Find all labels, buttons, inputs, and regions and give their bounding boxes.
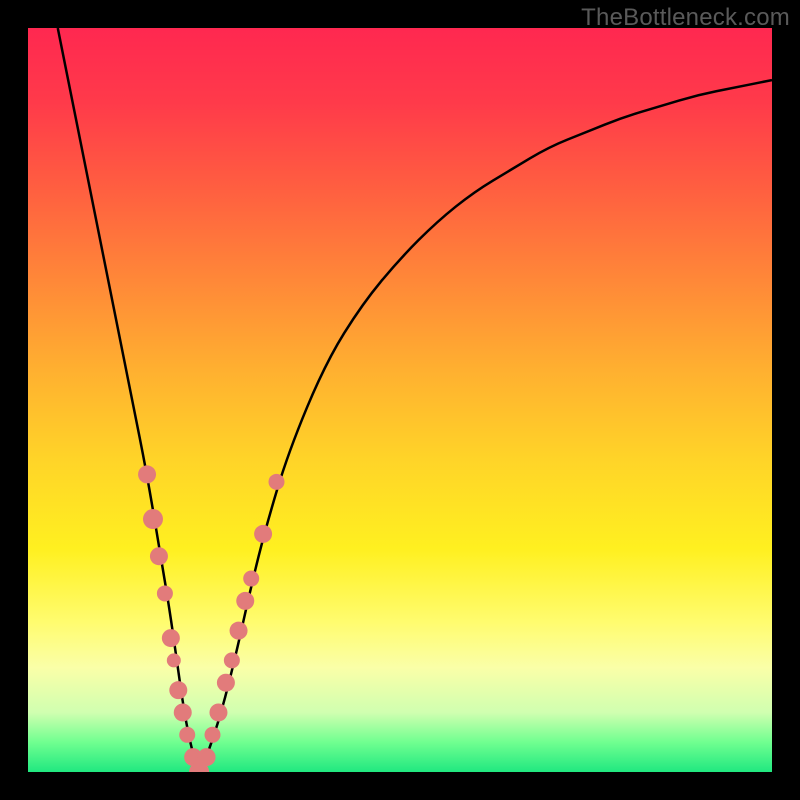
chart-container: TheBottleneck.com <box>0 0 800 800</box>
data-marker <box>162 629 180 647</box>
data-marker <box>205 727 221 743</box>
data-marker <box>269 474 285 490</box>
data-marker <box>209 703 227 721</box>
data-marker <box>179 727 195 743</box>
data-marker <box>167 653 181 667</box>
data-marker <box>143 509 163 529</box>
chart-svg <box>28 28 772 772</box>
data-marker <box>150 547 168 565</box>
data-marker <box>174 703 192 721</box>
data-marker <box>254 525 272 543</box>
data-markers <box>138 465 284 772</box>
data-marker <box>243 571 259 587</box>
plot-area <box>28 28 772 772</box>
data-marker <box>224 652 240 668</box>
data-marker <box>157 585 173 601</box>
bottleneck-curve <box>58 28 772 768</box>
data-marker <box>217 674 235 692</box>
data-marker <box>138 465 156 483</box>
data-marker <box>230 622 248 640</box>
data-marker <box>198 748 216 766</box>
data-marker <box>169 681 187 699</box>
watermark-text: TheBottleneck.com <box>581 4 790 32</box>
data-marker <box>236 592 254 610</box>
